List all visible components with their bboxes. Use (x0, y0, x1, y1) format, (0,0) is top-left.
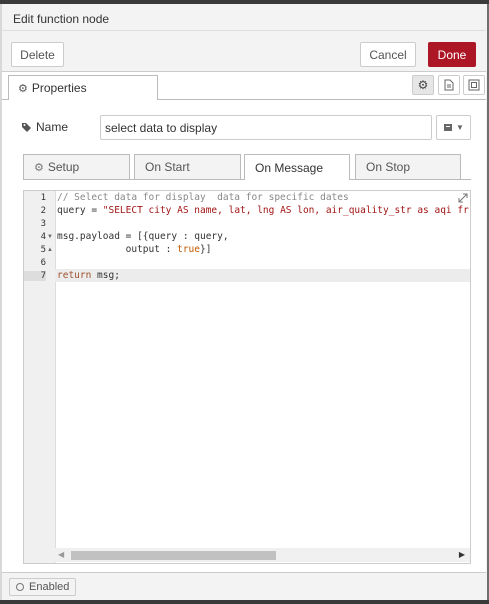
code-line: output : true}] (57, 243, 470, 256)
appearance-icon (468, 79, 480, 91)
line-number: 4 (40, 232, 46, 242)
scroll-right-icon[interactable]: ▶ (459, 550, 465, 559)
code-line: // Select data for display data for spec… (57, 192, 349, 203)
line-number: 6 (40, 258, 46, 268)
line-number: 5 (40, 245, 46, 255)
done-button[interactable]: Done (428, 42, 476, 67)
function-subtabs: ⚙ Setup On Start On Message On Stop (23, 154, 471, 180)
code-token: msg; (91, 270, 120, 281)
scroll-left-icon[interactable]: ◀ (58, 550, 64, 559)
delete-button[interactable]: Delete (11, 42, 64, 67)
code-token: }] (200, 244, 212, 255)
enabled-label: Enabled (29, 581, 70, 593)
fold-arrow-icon[interactable]: ▼ (47, 234, 53, 240)
tab-settings[interactable]: ⚙ (412, 75, 434, 95)
code-line-current: return msg; (55, 269, 470, 282)
tag-icon (22, 123, 31, 132)
tab-properties-label: Properties (31, 81, 87, 95)
code-line: query = "SELECT city AS name, lat, lng A… (57, 204, 470, 217)
icon-picker-button[interactable]: ▼ (436, 115, 471, 140)
tab-properties[interactable]: ⚙ Properties (8, 75, 158, 100)
tab-setup[interactable]: ⚙ Setup (23, 154, 130, 179)
code-token: "SELECT city AS name, lat, lng AS lon, a… (102, 205, 469, 216)
edit-tray: Edit function node Delete Cancel Done ⚙ … (2, 4, 486, 601)
caret-down-icon: ▼ (456, 123, 464, 132)
gear-icon: ⚙ (18, 82, 28, 95)
editor-gutter: 1 2 3 4 ▼ 5 ▲ 6 7 (24, 191, 56, 563)
tray-title: Edit function node (13, 12, 110, 26)
code-editor[interactable]: 1 2 3 4 ▼ 5 ▲ 6 7 // Select data for dis… (23, 190, 471, 564)
tab-description[interactable] (438, 75, 460, 95)
code-line: msg.payload = [{query : query, (57, 231, 229, 242)
code-token: return (57, 270, 92, 281)
tray-header: Edit function node (2, 4, 486, 31)
code-token: output : (57, 244, 178, 255)
name-label: Name (22, 120, 68, 134)
circle-icon (16, 583, 24, 591)
tray-toolbar: Delete Cancel Done (2, 31, 486, 72)
tab-on-start[interactable]: On Start (134, 154, 241, 179)
tab-on-message[interactable]: On Message (244, 154, 350, 180)
scrollbar-thumb[interactable] (71, 551, 276, 560)
tab-on-stop[interactable]: On Stop (355, 154, 461, 179)
fold-arrow-icon[interactable]: ▲ (47, 247, 53, 253)
window-bottom-border (0, 600, 489, 604)
gear-icon: ⚙ (417, 78, 429, 92)
line-number: 7 (24, 271, 46, 281)
book-icon (444, 124, 453, 131)
tray-footer: Enabled (2, 572, 486, 601)
name-input[interactable]: select data to display (100, 115, 432, 140)
line-number: 2 (40, 206, 46, 216)
document-icon (444, 79, 454, 91)
tab-setup-label: Setup (47, 160, 80, 174)
line-number: 1 (40, 193, 46, 203)
code-token: query = (57, 205, 103, 216)
gear-icon: ⚙ (34, 161, 44, 174)
cancel-button[interactable]: Cancel (360, 42, 416, 67)
code-token: true (177, 244, 200, 255)
enabled-toggle[interactable]: Enabled (9, 578, 77, 596)
tray-tabs: ⚙ Properties ⚙ (2, 72, 486, 100)
tab-appearance[interactable] (463, 75, 485, 95)
horizontal-scrollbar[interactable]: ◀ ▶ (55, 548, 470, 562)
line-number: 3 (40, 219, 46, 229)
name-label-text: Name (36, 120, 69, 134)
expand-icon[interactable] (458, 193, 468, 203)
